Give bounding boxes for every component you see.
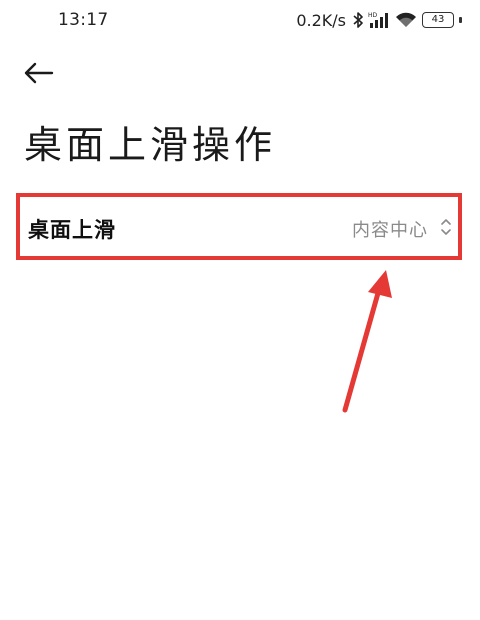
setting-label: 桌面上滑 — [28, 218, 116, 242]
setting-value: 内容中心 — [352, 220, 428, 241]
swipe-up-setting-row[interactable]: 桌面上滑 内容中心 — [14, 193, 464, 263]
back-button[interactable] — [22, 58, 58, 88]
hd-signal-icon: HD — [368, 11, 390, 29]
wifi-icon — [395, 12, 417, 28]
chevron-updown-icon — [441, 219, 451, 235]
status-icons: 0.2K/s HD 43 — [296, 9, 462, 31]
battery-icon: 43 — [422, 12, 454, 28]
annotation-arrow — [342, 270, 392, 413]
svg-text:HD: HD — [368, 12, 378, 19]
bluetooth-icon — [353, 12, 363, 28]
network-speed: 0.2K/s — [296, 10, 346, 30]
battery-cap-icon — [459, 17, 462, 23]
page-title: 桌面上滑操作 — [24, 123, 277, 167]
status-bar: 13:17 0.2K/s HD 43 — [0, 0, 480, 40]
status-time: 13:17 — [58, 10, 109, 30]
arrow-left-icon — [24, 62, 54, 84]
